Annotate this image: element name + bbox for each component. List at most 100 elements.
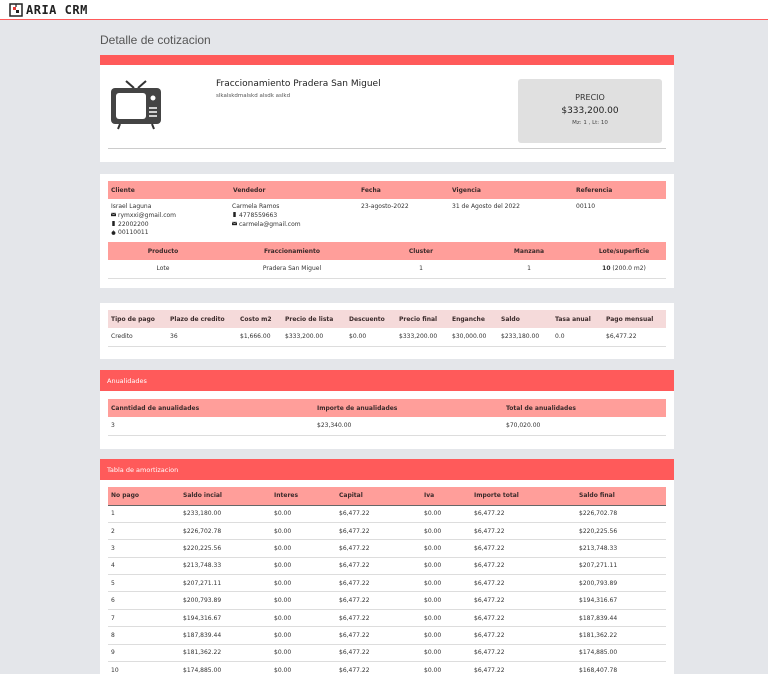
quote-date: 23-agosto-2022 (361, 203, 409, 210)
seller-email[interactable]: carmela@gmail.com (239, 221, 301, 228)
logo-icon (9, 3, 23, 17)
table-row: 3 $220,225.56 $0.00 $6,477.22 $0.00 $6,477.22… (108, 539, 666, 558)
envelope-icon (111, 212, 116, 217)
cell: $6,477.22 (471, 609, 576, 628)
price-value: $333,200.00 (561, 106, 619, 116)
client-email-row: rymxxi@gmail.com (111, 212, 176, 221)
header-lote: Lote/superficie (582, 242, 666, 260)
annuities-card: Anualidades Canntidad de anualidades Imp… (100, 370, 674, 449)
header-precio-lista: Precio de lista (282, 310, 346, 328)
table-row: 2 $226,702.78 $0.00 $6,477.22 $0.00 $6,477.22… (108, 522, 666, 541)
client-phone: 22002200 (118, 220, 149, 228)
cell: $6,477.22 (336, 505, 421, 523)
header-saldo-final: Saldo final (576, 487, 666, 506)
phone-icon (112, 221, 115, 227)
table-row: 5 $207,271.11 $0.00 $6,477.22 $0.00 $6,477.22… (108, 574, 666, 593)
annuities-row: 3 $23,340.00 $70,020.00 (108, 417, 666, 435)
cell: $213,748.33 (576, 539, 666, 558)
seller-phone: 4778559663 (239, 211, 278, 219)
table-row: 7 $194,316.67 $0.00 $6,477.22 $0.00 $6,477.22… (108, 609, 666, 628)
cell: $0.00 (271, 505, 336, 523)
cell: $0.00 (271, 574, 336, 593)
cell: $6,477.22 (336, 557, 421, 576)
cell: $233,180.00 (180, 505, 271, 523)
product-development: Pradera San Miguel (262, 265, 322, 273)
cell: 0.0 (555, 333, 565, 341)
header-descuento: Descuento (346, 310, 396, 328)
amortization-body: 1 $233,180.00 $0.00 $6,477.22 $0.00 $6,477.22… (108, 505, 666, 674)
cell: $233,180.00 (501, 333, 540, 341)
cell: $0.00 (271, 626, 336, 645)
cell: $187,839.44 (180, 626, 271, 645)
cell: 2 (108, 522, 180, 541)
cell: $333,200.00 (285, 333, 324, 341)
cell: $6,477.22 (471, 644, 576, 663)
header-enganche: Enganche (449, 310, 498, 328)
property-name: Fraccionamiento Pradera San Miguel (216, 79, 381, 89)
product-block: 1 (527, 265, 531, 273)
top-bar: ARIA CRM (0, 0, 768, 20)
cell: $6,477.22 (336, 644, 421, 663)
header-capital: Capital (336, 487, 421, 506)
client-email[interactable]: rymxxi@gmail.com (118, 212, 176, 219)
cell: $6,477.22 (471, 522, 576, 541)
header-manzana: Manzana (476, 242, 582, 260)
header-cluster: Cluster (366, 242, 476, 260)
cell: 4 (108, 557, 180, 576)
cell: $0.00 (271, 557, 336, 576)
cell: $0.00 (421, 505, 471, 523)
cell: $194,316.67 (576, 591, 666, 610)
header-interes: Interes (271, 487, 336, 506)
cell: 36 (170, 333, 178, 341)
header-tasa: Tasa anual (552, 310, 603, 328)
header-plazo: Plazo de credito (167, 310, 237, 328)
header-saldo: Saldo (498, 310, 552, 328)
cell: $6,477.22 (336, 661, 421, 674)
cell: $6,477.22 (336, 591, 421, 610)
header-pago-mensual: Pago mensual (603, 310, 666, 328)
header-tipo-pago: Tipo de pago (108, 310, 167, 328)
cell: $70,020.00 (506, 422, 541, 430)
cell: $6,477.22 (471, 539, 576, 558)
tv-icon (111, 80, 161, 130)
cell: $23,340.00 (317, 422, 352, 430)
quote-info-card: Cliente Vendedor Fecha Vigencia Referenc… (100, 174, 674, 288)
cell: Credito (111, 333, 133, 341)
cell: $6,477.22 (336, 609, 421, 628)
cell: 3 (111, 422, 115, 430)
cell: 10 (108, 661, 180, 674)
cell: $200,793.89 (576, 574, 666, 593)
divider (108, 148, 666, 149)
product-row: Lote Pradera San Miguel 1 1 10 (200.0 m2… (108, 260, 666, 278)
cell: 8 (108, 626, 180, 645)
payment-table: Tipo de pago Plazo de credito Costo m2 P… (108, 310, 666, 347)
cell: $0.00 (271, 539, 336, 558)
cell: $0.00 (421, 626, 471, 645)
header-referencia: Referencia (573, 181, 666, 199)
cell: $213,748.33 (180, 557, 271, 576)
header-precio-final: Precio final (396, 310, 449, 328)
lot-info: Mz: 1 , Lt: 10 (572, 120, 608, 126)
header-producto: Producto (108, 242, 218, 260)
seller-phone-row: 4778559663 (232, 212, 301, 221)
cell: $30,000.00 (452, 333, 487, 341)
table-row: 1 $233,180.00 $0.00 $6,477.22 $0.00 $6,477.22… (108, 505, 666, 523)
client-header-table: Cliente Vendedor Fecha Vigencia Referenc… (108, 181, 666, 199)
cell: $0.00 (421, 591, 471, 610)
annuities-title: Anualidades (100, 370, 674, 391)
cell: $0.00 (421, 661, 471, 674)
header-cantidad: Canntidad de anualidades (108, 399, 314, 417)
envelope-icon (232, 221, 237, 226)
lot-area: (200.0 m2) (612, 265, 646, 273)
cell: $0.00 (349, 333, 367, 341)
cell: $0.00 (271, 644, 336, 663)
property-description: slkalskdmalskd alsdk aslkd (216, 93, 291, 99)
cell: $220,225.56 (180, 539, 271, 558)
cell: $6,477.22 (471, 557, 576, 576)
cell: $6,477.22 (336, 539, 421, 558)
quote-reference: 00110 (576, 203, 596, 210)
cell: $181,362.22 (180, 644, 271, 663)
cell: 7 (108, 609, 180, 628)
header-costo-m2: Costo m2 (237, 310, 282, 328)
app-logo[interactable]: ARIA CRM (9, 3, 88, 17)
